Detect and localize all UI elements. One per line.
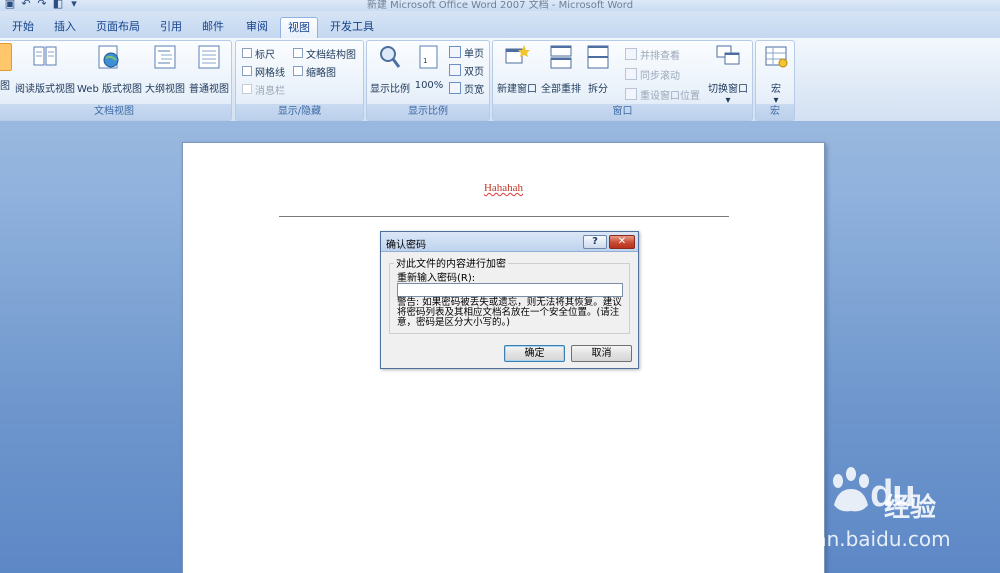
arrange-all-button[interactable]: 全部重排 bbox=[539, 43, 583, 103]
sync-scroll-icon bbox=[625, 68, 637, 80]
switch-windows-icon bbox=[716, 45, 740, 65]
ok-button[interactable]: 确定 bbox=[504, 345, 565, 362]
two-pages-button[interactable]: 双页 bbox=[449, 62, 484, 78]
password-warning-text: 警告: 如果密码被丢失或遗忘，则无法将其恢复。建议将密码列表及其相应文档名放在一… bbox=[397, 297, 622, 328]
zoom-button[interactable]: 显示比例 bbox=[369, 43, 411, 103]
reset-window-icon bbox=[625, 88, 637, 100]
help-button[interactable]: ? bbox=[583, 235, 607, 249]
reading-view-button[interactable]: 阅读版式视图 bbox=[15, 43, 75, 103]
paw-icon bbox=[833, 467, 869, 512]
watermark-brand: 经验 bbox=[884, 493, 937, 523]
page-view-icon bbox=[0, 43, 12, 71]
group-label-macros: 宏 bbox=[756, 104, 794, 120]
draft-view-button[interactable]: 普通视图 bbox=[187, 43, 231, 103]
new-window-button[interactable]: 新建窗口 bbox=[495, 43, 539, 103]
close-button[interactable]: ✕ bbox=[609, 235, 635, 249]
reset-window-position-button[interactable]: 重设窗口位置 bbox=[625, 86, 700, 102]
window-title: 新建 Microsoft Office Word 2007 文档 - Micro… bbox=[366, 0, 634, 11]
tab-insert[interactable]: 插入 bbox=[46, 17, 84, 38]
document-heading: Hahahah bbox=[483, 182, 524, 194]
reenter-password-field[interactable] bbox=[397, 283, 623, 297]
encrypt-group-title: 对此文件的内容进行加密 bbox=[394, 255, 508, 270]
reenter-password-label: 重新输入密码(R): bbox=[397, 273, 476, 284]
group-window: 新建窗口 全部重排 拆分 并排查看 同步滚动 重设窗口位置 切换窗口 ▾ 窗口 bbox=[492, 40, 753, 121]
document-divider bbox=[279, 216, 729, 217]
group-label-window: 窗口 bbox=[493, 104, 752, 120]
baidu-jingyan-watermark: Bai du 经验 jingyan.baidu.com bbox=[764, 465, 1000, 573]
two-pages-icon bbox=[449, 64, 461, 76]
tab-review[interactable]: 审阅 bbox=[238, 17, 276, 38]
draft-view-icon bbox=[198, 45, 220, 69]
ribbon-tabs: 开始 插入 页面布局 引用 邮件 审阅 视图 开发工具 bbox=[0, 11, 1000, 38]
title-bar: ▣ ↶ ↷ ◧ ▾ 新建 Microsoft Office Word 2007 … bbox=[0, 0, 1000, 11]
arrange-all-icon bbox=[550, 45, 572, 69]
thumbnails-checkbox[interactable]: 缩略图 bbox=[293, 63, 336, 79]
message-bar-checkbox[interactable]: 消息栏 bbox=[242, 81, 285, 97]
tab-references[interactable]: 引用 bbox=[152, 17, 190, 38]
group-label-document-views: 文档视图 bbox=[0, 104, 231, 120]
synchronous-scrolling-button[interactable]: 同步滚动 bbox=[625, 66, 680, 82]
watermark-url: jingyan.baidu.com bbox=[766, 527, 951, 551]
document-map-checkbox[interactable]: 文档结构图 bbox=[293, 45, 356, 61]
gridlines-checkbox[interactable]: 网格线 bbox=[242, 63, 285, 79]
outline-view-button[interactable]: 大纲视图 bbox=[143, 43, 187, 103]
tab-view[interactable]: 视图 bbox=[280, 17, 318, 38]
ribbon: 图 阅读版式视图 Web 版式视图 大纲视图 普通视图 文档视图 标尺 文档结构… bbox=[0, 38, 1000, 122]
zoom-100-icon: 1 bbox=[419, 45, 438, 69]
macros-icon bbox=[765, 46, 788, 68]
new-window-icon bbox=[505, 45, 530, 64]
tab-mailings[interactable]: 邮件 bbox=[194, 17, 232, 38]
outline-view-icon bbox=[154, 45, 176, 69]
cancel-button[interactable]: 取消 bbox=[571, 345, 632, 362]
ruler-checkbox[interactable]: 标尺 bbox=[242, 45, 275, 61]
split-icon bbox=[587, 45, 609, 69]
group-label-show-hide: 显示/隐藏 bbox=[236, 104, 363, 120]
confirm-password-dialog: 确认密码 ? ✕ 对此文件的内容进行加密 重新输入密码(R): 警告: 如果密码… bbox=[380, 231, 639, 369]
page-width-icon bbox=[449, 82, 461, 94]
zoom-100-button[interactable]: 1 100% bbox=[413, 43, 445, 103]
group-zoom: 显示比例 1 100% 单页 双页 页宽 显示比例 bbox=[366, 40, 490, 121]
dialog-title: 确认密码 bbox=[386, 240, 426, 251]
one-page-button[interactable]: 单页 bbox=[449, 44, 484, 60]
macros-button[interactable]: 宏 ▾ bbox=[758, 43, 794, 106]
tab-home[interactable]: 开始 bbox=[4, 17, 42, 38]
svg-text:1: 1 bbox=[423, 57, 427, 65]
dialog-title-bar[interactable]: 确认密码 ? ✕ bbox=[381, 232, 638, 252]
view-side-by-side-button[interactable]: 并排查看 bbox=[625, 46, 680, 62]
web-view-icon bbox=[98, 45, 119, 69]
group-macros: 宏 ▾ 宏 bbox=[755, 40, 795, 121]
one-page-icon bbox=[449, 46, 461, 58]
switch-windows-button[interactable]: 切换窗口 ▾ bbox=[705, 43, 751, 106]
side-by-side-icon bbox=[625, 48, 637, 60]
group-label-zoom: 显示比例 bbox=[367, 104, 489, 120]
reading-view-icon bbox=[33, 46, 57, 66]
zoom-magnifier-icon bbox=[380, 46, 401, 68]
page-view-button[interactable]: 图 bbox=[0, 43, 13, 103]
group-document-views: 图 阅读版式视图 Web 版式视图 大纲视图 普通视图 文档视图 bbox=[0, 40, 232, 121]
page-width-button[interactable]: 页宽 bbox=[449, 80, 484, 96]
group-show-hide: 标尺 文档结构图 网格线 缩略图 消息栏 显示/隐藏 bbox=[235, 40, 364, 121]
web-view-button[interactable]: Web 版式视图 bbox=[77, 43, 142, 103]
tab-developer[interactable]: 开发工具 bbox=[324, 17, 380, 38]
split-button[interactable]: 拆分 bbox=[585, 43, 611, 103]
tab-page-layout[interactable]: 页面布局 bbox=[92, 17, 144, 38]
